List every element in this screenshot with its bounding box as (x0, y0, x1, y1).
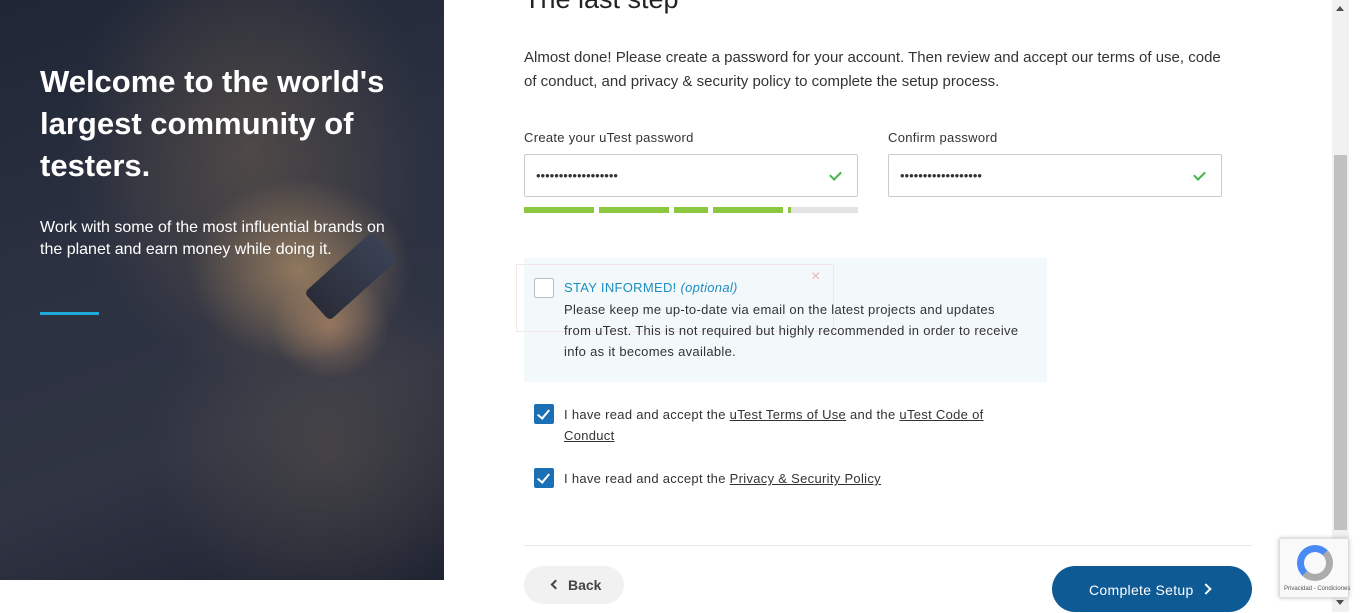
hero-panel: Welcome to the world's largest community… (0, 0, 444, 580)
recaptcha-logo-icon (1297, 545, 1333, 581)
privacy-policy-link[interactable]: Privacy & Security Policy (730, 471, 881, 486)
footer-divider (524, 545, 1252, 546)
hero-accent-line (40, 312, 99, 315)
scrollbar-thumb[interactable] (1334, 155, 1347, 530)
strength-segment (599, 207, 669, 213)
back-button[interactable]: Back (524, 566, 624, 604)
step-intro: Almost done! Please create a password fo… (524, 49, 1221, 90)
strength-segment (674, 207, 708, 213)
stay-informed-body: Please keep me up-to-date via email on t… (564, 302, 1019, 359)
privacy-text: I have read and accept the Privacy & Sec… (564, 468, 1024, 489)
privacy-checkbox[interactable] (534, 468, 554, 488)
stay-informed-title: STAY INFORMED! (564, 280, 677, 295)
complete-setup-button[interactable]: Complete Setup (1052, 566, 1252, 612)
strength-segment (713, 207, 783, 213)
scroll-up-arrow-icon[interactable] (1336, 6, 1344, 11)
chevron-right-icon (1200, 583, 1212, 595)
confirm-password-input[interactable]: •••••••••••••••••• (888, 154, 1222, 197)
create-password-label: Create your uTest password (524, 130, 694, 145)
close-icon[interactable]: × (811, 268, 820, 286)
terms-checkbox[interactable] (534, 404, 554, 424)
stay-informed-heading: STAY INFORMED! (optional) (564, 280, 738, 295)
valid-check-icon (1193, 168, 1206, 181)
complete-setup-label: Complete Setup (1089, 582, 1194, 598)
terms-and: and the (850, 407, 896, 422)
strength-segment-empty (791, 207, 858, 213)
step-title: The last step (524, 0, 679, 15)
confirm-password-value: •••••••••••••••••• (900, 168, 982, 183)
confirm-password-label: Confirm password (888, 130, 998, 145)
create-password-input[interactable]: •••••••••••••••••• (524, 154, 858, 197)
valid-check-icon (829, 168, 842, 181)
optional-label: (optional) (680, 280, 738, 295)
terms-prefix: I have read and accept the (564, 407, 726, 422)
chevron-left-icon (550, 579, 561, 590)
create-password-value: •••••••••••••••••• (536, 168, 618, 183)
password-strength-meter (524, 207, 858, 213)
hero-title: Welcome to the world's largest community… (40, 64, 385, 183)
hero-subtitle: Work with some of the most influential b… (40, 219, 385, 258)
terms-of-use-link[interactable]: uTest Terms of Use (730, 407, 846, 422)
recaptcha-badge[interactable]: Privacidad - Condiciones (1279, 538, 1350, 598)
stay-informed-checkbox[interactable] (534, 278, 554, 298)
strength-segment (524, 207, 594, 213)
terms-text: I have read and accept the uTest Terms o… (564, 404, 1024, 446)
privacy-prefix: I have read and accept the (564, 471, 726, 486)
back-label: Back (568, 577, 602, 593)
scroll-down-arrow-icon[interactable] (1336, 600, 1344, 605)
recaptcha-text[interactable]: Privacidad - Condiciones (1284, 586, 1350, 592)
